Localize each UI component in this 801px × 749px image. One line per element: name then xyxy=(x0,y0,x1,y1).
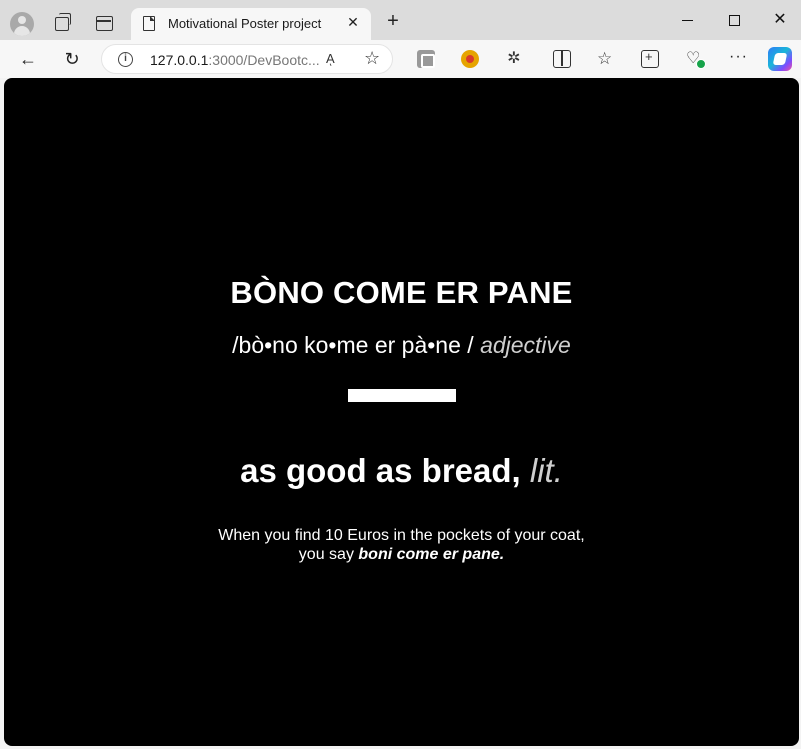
read-aloud-icon[interactable]: Aͅ xyxy=(326,51,335,66)
maximize-button[interactable] xyxy=(724,10,744,30)
reload-button[interactable]: ↻ xyxy=(61,48,83,70)
page-icon xyxy=(143,16,155,31)
poster-divider xyxy=(348,389,456,402)
back-button[interactable]: ← xyxy=(17,48,39,70)
url-host: 127.0.0.1 xyxy=(150,52,209,68)
tab-title: Motivational Poster project xyxy=(168,16,322,31)
poster-headword: BÒNO COME ER PANE xyxy=(230,275,573,310)
page-viewport: BÒNO COME ER PANE /bò•no ko•me er pà•ne … xyxy=(4,78,799,746)
collections-icon[interactable] xyxy=(641,49,659,68)
extensions-puzzle-icon[interactable]: ✲ xyxy=(505,50,523,68)
part-of-speech: adjective xyxy=(480,332,571,358)
address-bar[interactable]: i 127.0.0.1:3000/DevBootc... Aͅ ☆ xyxy=(101,44,393,74)
extension-color-icon[interactable] xyxy=(461,50,479,68)
example-emphasis: boni come er pane. xyxy=(358,546,505,563)
tab-strip: Motivational Poster project ✕ + ✕ xyxy=(0,0,801,40)
profile-avatar-icon[interactable] xyxy=(10,12,34,36)
tab-close-icon[interactable]: ✕ xyxy=(345,14,361,30)
translation-note: lit. xyxy=(529,452,563,489)
url-text[interactable]: 127.0.0.1:3000/DevBootc... xyxy=(150,52,320,68)
browser-toolbar: ← ↻ i 127.0.0.1:3000/DevBootc... Aͅ ☆ ✲ … xyxy=(0,40,801,78)
poster-example: When you find 10 Euros in the pockets of… xyxy=(4,526,799,564)
poster: BÒNO COME ER PANE /bò•no ko•me er pà•ne … xyxy=(4,78,799,746)
workspaces-icon[interactable] xyxy=(52,12,72,32)
favorite-star-icon[interactable]: ☆ xyxy=(364,48,380,69)
more-menu-icon[interactable]: ··· xyxy=(729,49,747,68)
poster-translation: as good as bread, lit. xyxy=(4,452,799,490)
example-line-1: When you find 10 Euros in the pockets of… xyxy=(218,527,585,544)
extension-icon[interactable] xyxy=(417,50,435,68)
close-window-button[interactable]: ✕ xyxy=(770,10,790,30)
example-line-2: you say boni come er pane. xyxy=(4,545,799,564)
site-info-icon[interactable]: i xyxy=(118,52,133,67)
favorites-icon[interactable]: ☆ xyxy=(597,50,615,68)
browser-essentials-icon[interactable]: ♡ xyxy=(686,50,706,69)
copilot-icon[interactable] xyxy=(768,47,792,71)
pronunciation-text: /bò•no ko•me er pà•ne / xyxy=(232,332,474,358)
split-screen-icon[interactable] xyxy=(553,50,571,68)
translation-text: as good as bread, xyxy=(240,452,521,489)
url-rest: :3000/DevBootc... xyxy=(208,52,320,68)
minimize-button[interactable] xyxy=(678,10,698,30)
active-tab[interactable]: Motivational Poster project ✕ xyxy=(131,8,371,40)
new-tab-button[interactable]: + xyxy=(382,10,404,32)
example-prefix: you say xyxy=(298,546,354,563)
tab-actions-icon[interactable] xyxy=(94,12,114,32)
poster-pronunciation: /bò•no ko•me er pà•ne / adjective xyxy=(4,332,799,359)
